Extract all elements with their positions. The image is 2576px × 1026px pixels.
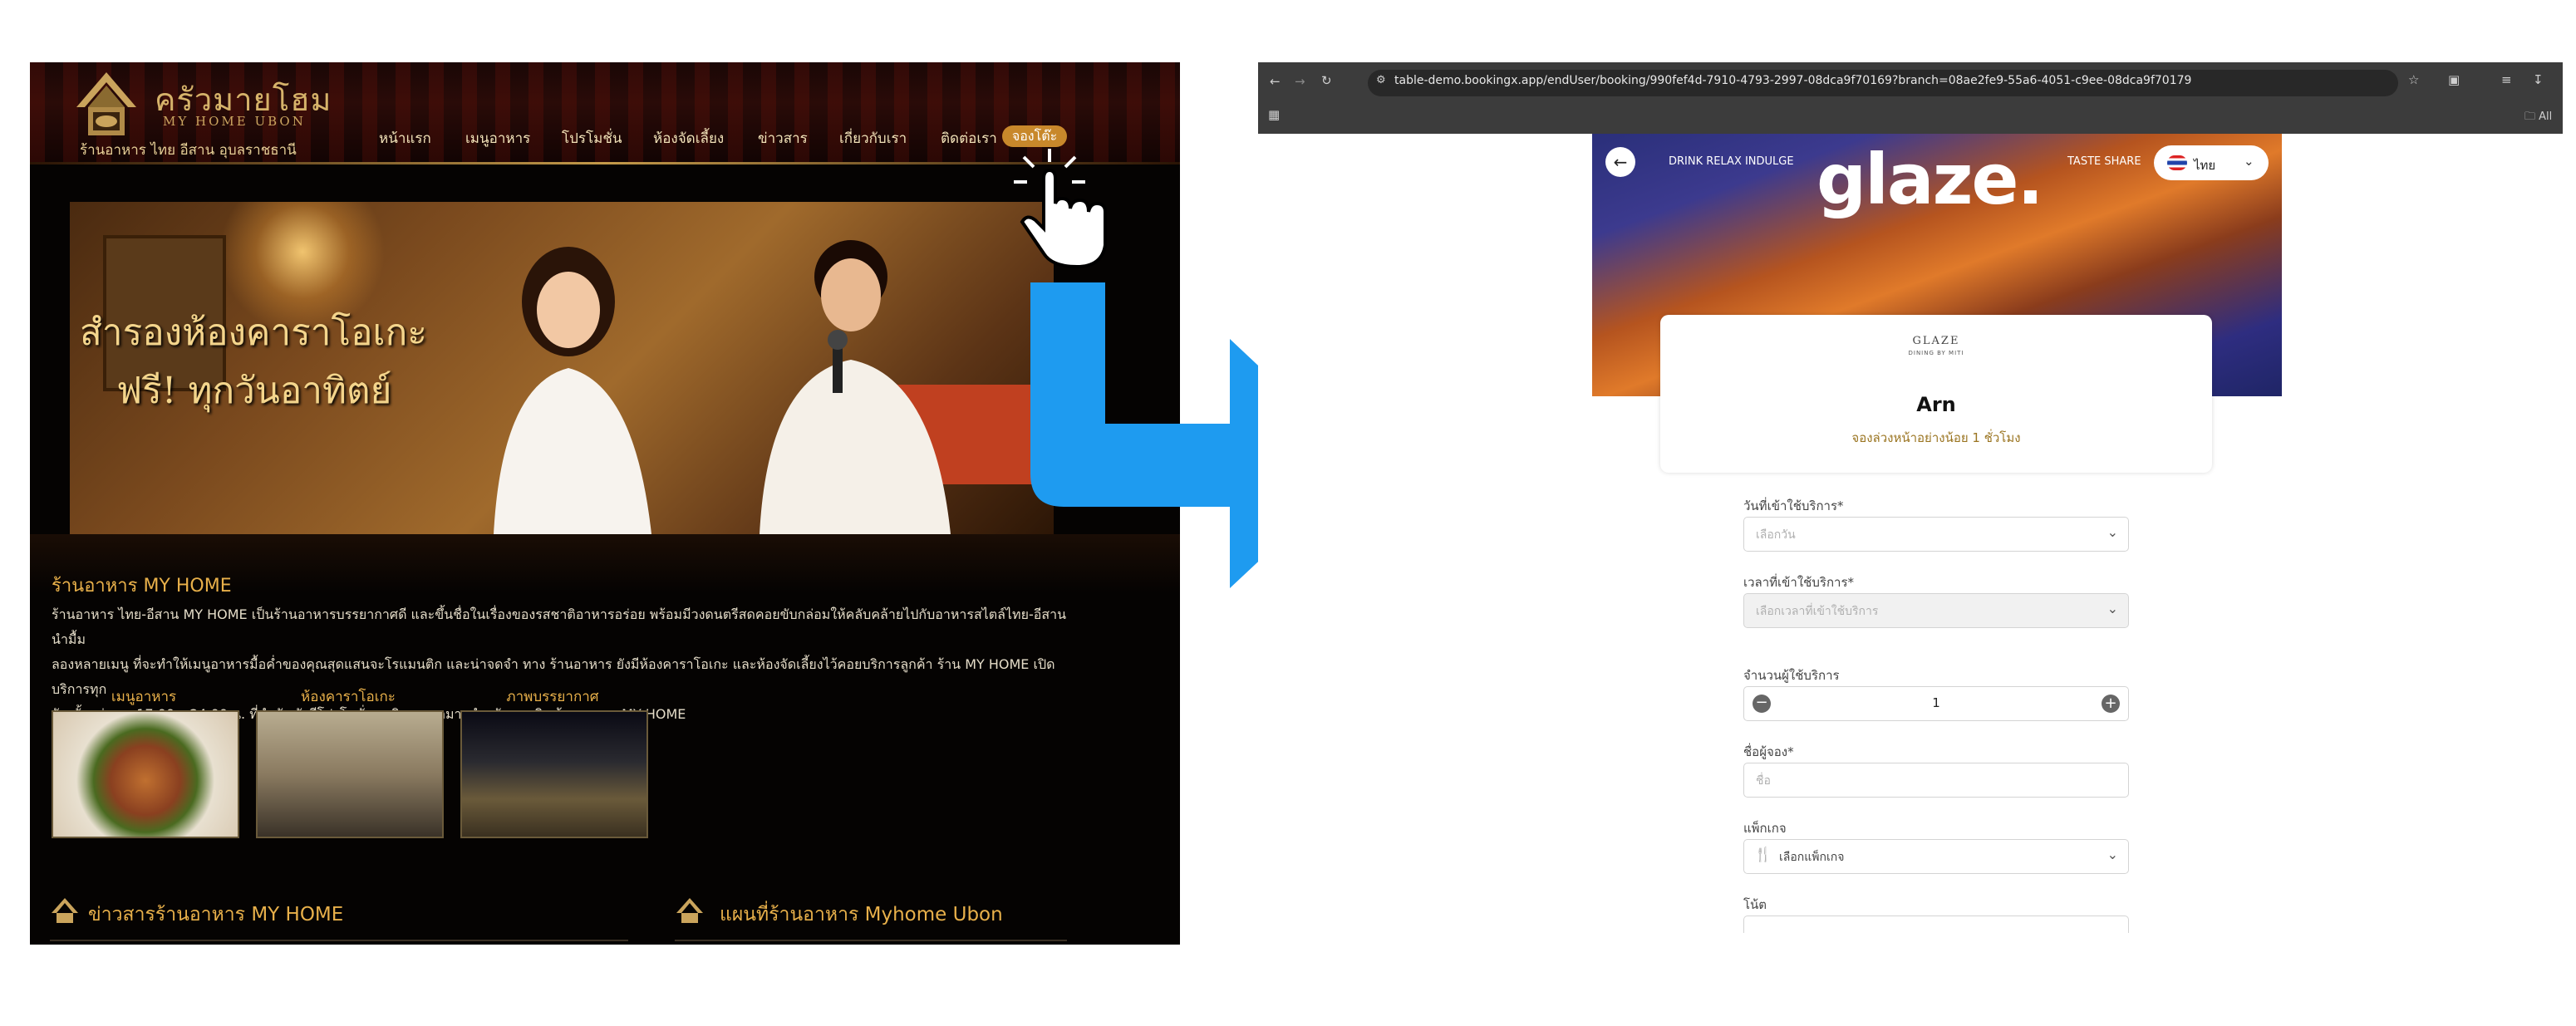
map-underline: [675, 940, 1067, 941]
note-label: โน้ต: [1743, 897, 1767, 912]
restaurant-description: ร้านอาหาร ไทย-อีสาน MY HOME เป็นร้านอาหา…: [52, 602, 1082, 727]
book-table-button[interactable]: จองโต๊ะ: [1002, 125, 1067, 147]
chevron-down-icon: ⌄: [2244, 154, 2254, 169]
guests-stepper[interactable]: − 1 +: [1743, 686, 2129, 721]
date-placeholder: เลือกวัน: [1756, 528, 1796, 542]
house-logo-icon: [76, 72, 136, 135]
chevron-down-icon: ⌄: [2107, 847, 2118, 862]
extensions-icon[interactable]: ▣: [2448, 72, 2460, 87]
chevron-down-icon: ⌄: [2107, 524, 2118, 540]
thumb-label-food[interactable]: เมนูอาหาร: [50, 685, 238, 708]
chevron-down-icon: ⌄: [2107, 601, 2118, 616]
browser-window: ← → ↻ ⚙ table-demo.bookingx.app/endUser/…: [1258, 62, 2563, 943]
nav-news[interactable]: ข่าวสาร: [758, 127, 808, 150]
date-label: วันที่เข้าใช้บริการ*: [1743, 498, 1844, 513]
hero-nav-right: TASTE SHARE: [2067, 155, 2141, 168]
karaoke-room-thumbnail[interactable]: [256, 710, 444, 838]
back-icon[interactable]: ←: [1270, 74, 1281, 89]
nav-menu[interactable]: เมนูอาหาร: [465, 127, 530, 150]
all-bookmarks-folder[interactable]: 🗀 All: [2524, 109, 2552, 127]
forward-icon[interactable]: →: [1295, 74, 1305, 89]
time-select[interactable]: เลือกเวลาที่เข้าใช้บริการ ⌄: [1743, 593, 2129, 628]
guests-label: จำนวนผู้ใช้บริการ: [1743, 668, 1840, 683]
cutlery-icon: 🍴: [1754, 847, 1772, 863]
language-label: ไทย: [2194, 158, 2216, 173]
thumb-label-karaoke[interactable]: ห้องคาราโอเกะ: [254, 685, 442, 708]
nav-promotion[interactable]: โปรโมชั่น: [562, 127, 622, 150]
package-label: แพ็กเกจ: [1743, 821, 1787, 836]
advance-booking-note: จองล่วงหน้าอย่างน้อย 1 ชั่วโมง: [1851, 430, 2021, 445]
pointing-hand-icon: [1014, 149, 1107, 269]
house-logo-icon: [52, 898, 78, 923]
thumb-label-atmosphere[interactable]: ภาพบรรยากาศ: [459, 685, 646, 708]
time-label: เวลาที่เข้าใช้บริการ*: [1743, 575, 1855, 590]
reload-icon[interactable]: ↻: [1321, 73, 1332, 88]
bookmark-star-icon[interactable]: ☆: [2408, 72, 2419, 87]
url-text[interactable]: table-demo.bookingx.app/endUser/booking/…: [1394, 74, 2191, 87]
name-input[interactable]: ชื่อ: [1743, 763, 2129, 798]
back-arrow-button[interactable]: ←: [1605, 147, 1635, 177]
singer-woman-image: [494, 247, 651, 534]
venue-card: GLAZE DINING BY MITI Arn จองล่วงหน้าอย่า…: [1660, 315, 2212, 473]
glaze-logo: glaze.: [1816, 139, 2043, 220]
all-bookmarks-label: All: [2539, 110, 2553, 123]
singer-man-image: [760, 240, 951, 534]
reading-list-icon[interactable]: ≡: [2501, 72, 2512, 87]
map-section-title: แผนที่ร้านอาหาร Myhome Ubon: [720, 904, 1003, 925]
nav-banquet[interactable]: ห้องจัดเลี้ยง: [653, 127, 724, 150]
nav-about[interactable]: เกี่ยวกับเรา: [839, 127, 907, 150]
house-logo-icon: [676, 898, 703, 923]
nav-contact[interactable]: ติดต่อเรา: [941, 127, 997, 150]
package-select[interactable]: 🍴 เลือกแพ็กเกจ ⌄: [1743, 839, 2129, 874]
increase-guests-button[interactable]: +: [2102, 695, 2120, 713]
venue-title: Arn: [1916, 393, 1956, 416]
apps-grid-icon[interactable]: ▦: [1268, 107, 1280, 122]
thai-flag-icon: [2167, 155, 2187, 170]
nav-home[interactable]: หน้าแรก: [379, 127, 431, 150]
restaurant-section-title: ร้านอาหาร MY HOME: [52, 576, 232, 596]
folder-icon: 🗀: [2524, 110, 2536, 123]
logo-subtitle: MY HOME UBON: [163, 114, 306, 129]
time-placeholder: เลือกเวลาที่เข้าใช้บริการ: [1756, 605, 1879, 618]
language-selector[interactable]: ไทย ⌄: [2154, 145, 2269, 180]
venue-logo: GLAZE: [1912, 335, 1960, 347]
atmosphere-thumbnail[interactable]: [460, 710, 648, 838]
news-section-title: ข่าวสารร้านอาหาร MY HOME: [88, 904, 344, 925]
banner-subheadline: ฟรี! ทุกวันอาทิตย์: [116, 370, 392, 412]
venue-logo-subtitle: DINING BY MITI: [1908, 350, 1964, 356]
food-thumbnail[interactable]: [52, 710, 239, 838]
package-placeholder: เลือกแพ็กเกจ: [1779, 851, 1845, 864]
description-line: ร้านอาหาร ไทย-อีสาน MY HOME เป็นร้านอาหา…: [52, 606, 1067, 647]
name-placeholder: ชื่อ: [1756, 774, 1771, 788]
date-select[interactable]: เลือกวัน ⌄: [1743, 517, 2129, 552]
banner-headline: สำรองห้องคาราโอเกะ: [80, 312, 427, 354]
logo-caption: ร้านอาหาร ไทย อีสาน อุบลราชธานี: [80, 142, 297, 159]
download-icon[interactable]: ↧: [2533, 72, 2544, 87]
site-info-icon[interactable]: ⚙: [1376, 74, 1386, 86]
note-input[interactable]: [1743, 916, 2129, 933]
restaurant-website: ครัวมายโฮม MY HOME UBON ร้านอาหาร ไทย อี…: [30, 62, 1180, 945]
hero-nav-left: DRINK RELAX INDULGE: [1669, 155, 1794, 168]
news-underline: [50, 940, 628, 941]
guests-value: 1: [1932, 695, 1940, 710]
name-label: ชื่อผู้จอง*: [1743, 744, 1794, 759]
